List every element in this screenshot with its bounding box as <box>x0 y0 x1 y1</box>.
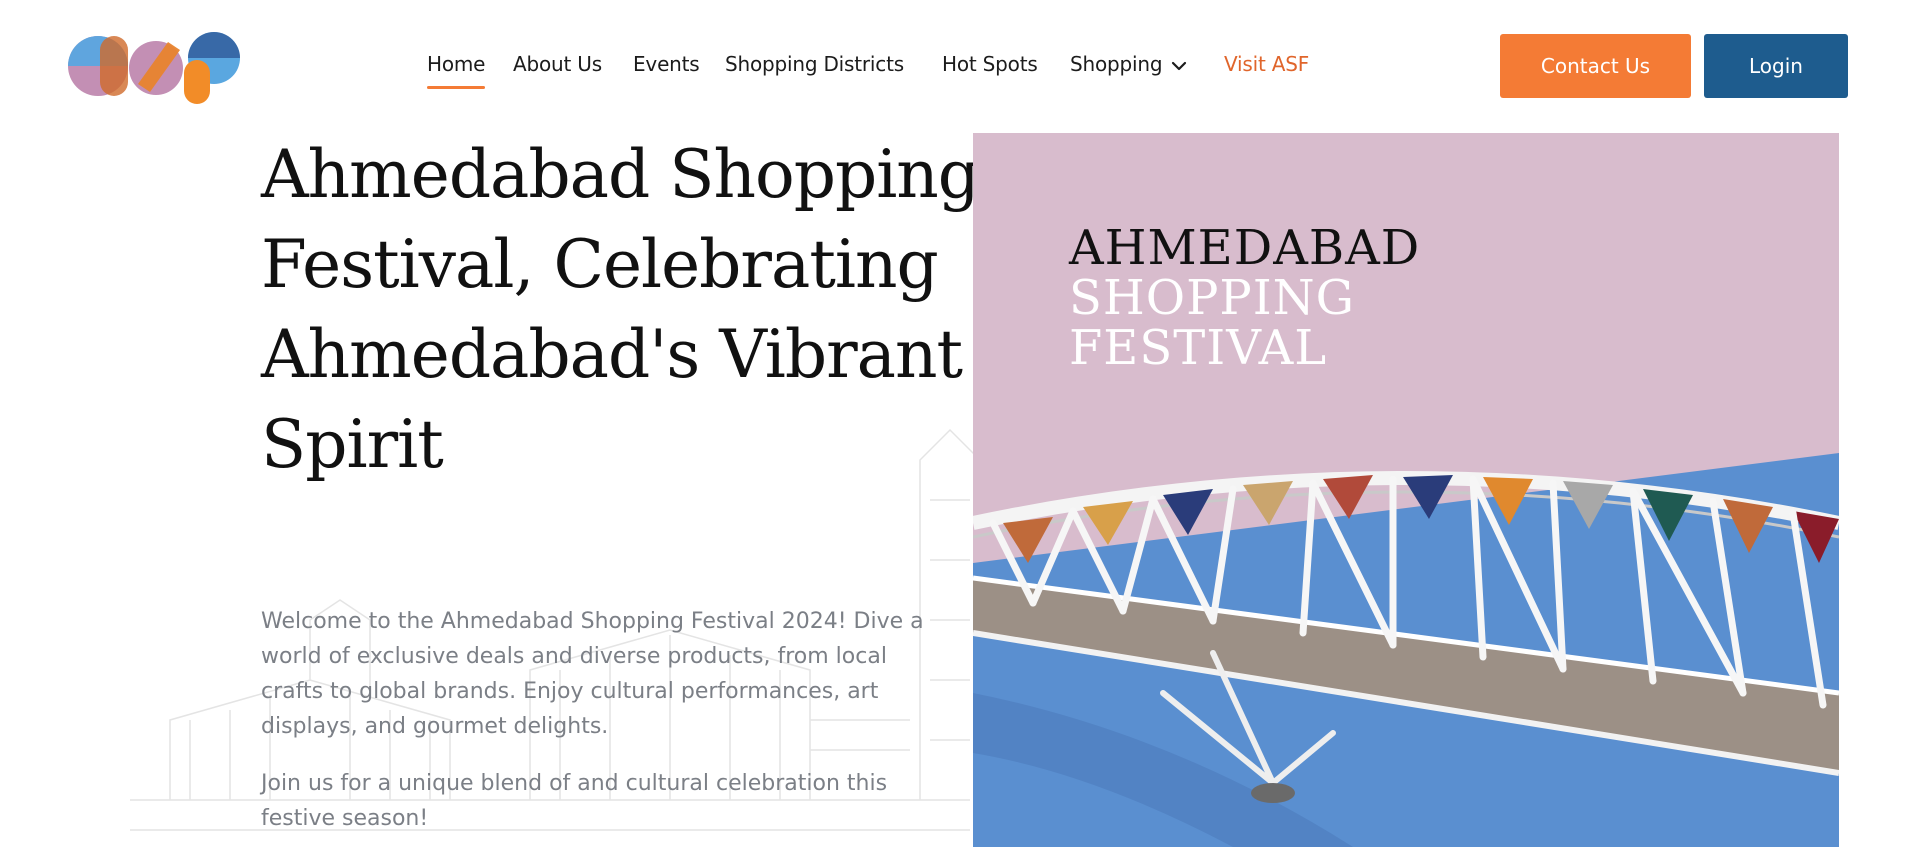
nav-about-us[interactable]: About Us <box>513 52 602 76</box>
image-text-festival: FESTIVAL <box>1069 320 1328 376</box>
image-text-shopping: SHOPPING <box>1069 270 1355 326</box>
nav-visit-asf[interactable]: Visit ASF <box>1224 52 1309 76</box>
nav-hot-spots[interactable]: Hot Spots <box>942 52 1038 76</box>
nav-shopping-dropdown[interactable]: Shopping <box>1070 52 1188 76</box>
contact-us-button[interactable]: Contact Us <box>1500 34 1691 98</box>
login-button[interactable]: Login <box>1704 34 1848 98</box>
hero-invite-text: Join us for a unique blend of and cultur… <box>261 771 888 831</box>
nav-home[interactable]: Home <box>427 52 486 89</box>
nav-events[interactable]: Events <box>633 52 700 76</box>
hero-image: AHMEDABAD SHOPPING FESTIVAL <box>973 133 1839 847</box>
image-text-ahmedabad: AHMEDABAD <box>1069 220 1421 276</box>
nav-shopping-label: Shopping <box>1070 52 1163 76</box>
nav-shopping-districts[interactable]: Shopping Districts <box>725 52 904 76</box>
chevron-down-icon <box>1172 61 1187 70</box>
asf-logo[interactable] <box>68 28 244 104</box>
hero-title: Ahmedabad Shopping Festival, Celebrating… <box>261 136 980 483</box>
hero-intro-text: Welcome to the Ahmedabad Shopping Festiv… <box>261 609 924 739</box>
